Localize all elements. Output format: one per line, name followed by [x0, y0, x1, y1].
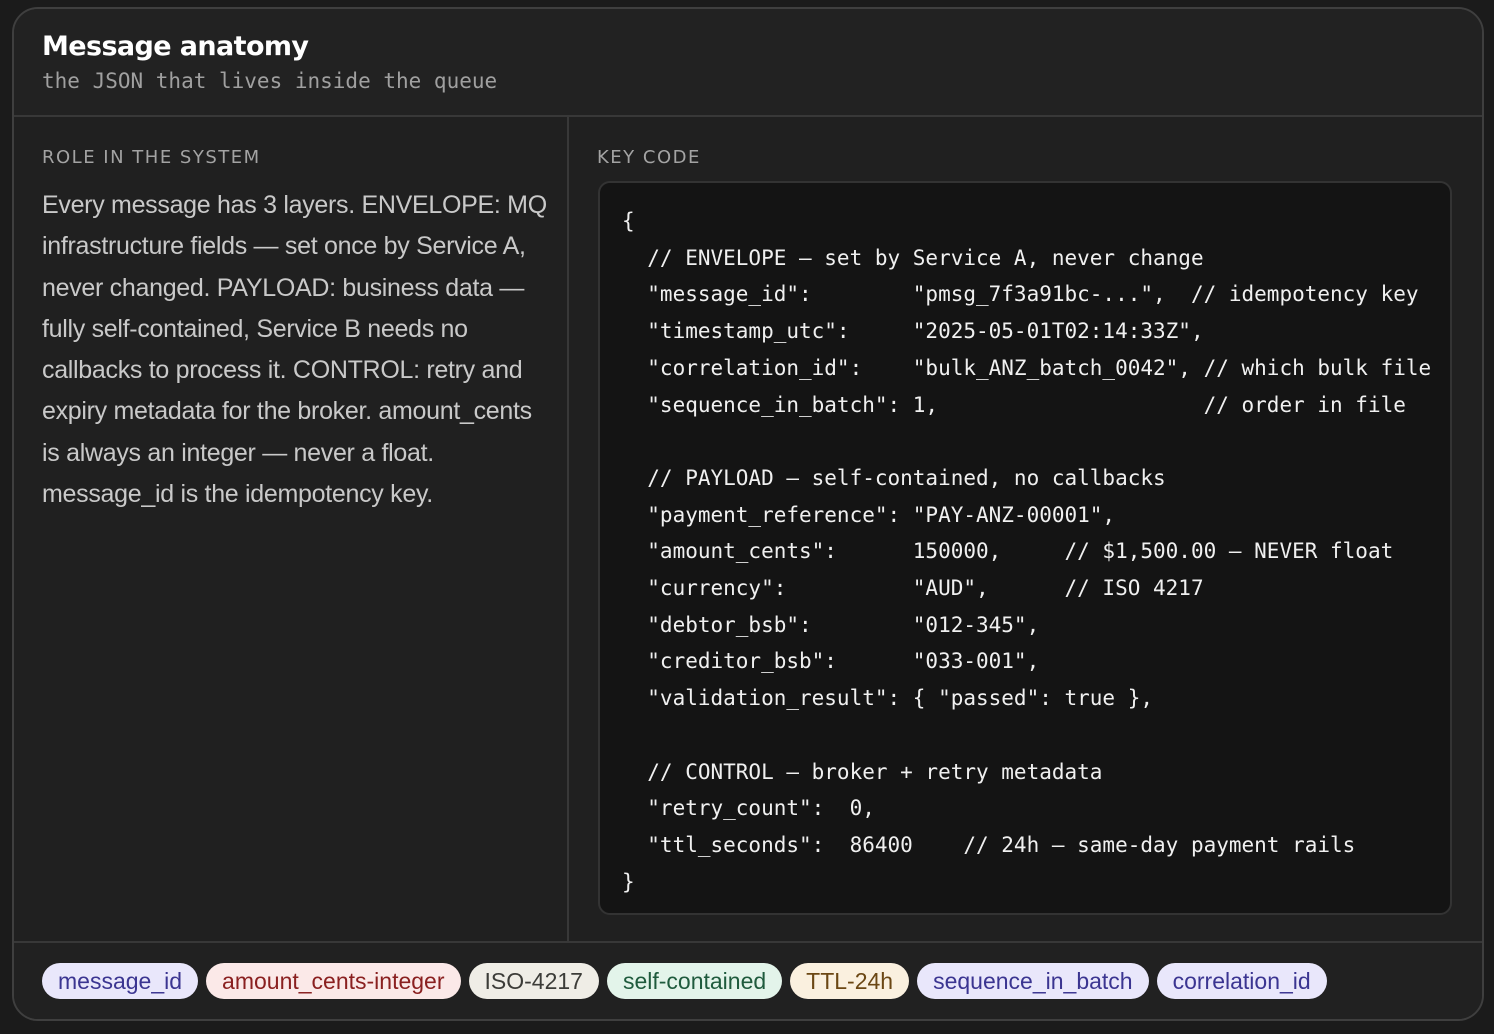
message-anatomy-card: Message anatomy the JSON that lives insi… — [12, 7, 1484, 1021]
card-subtitle: the JSON that lives inside the queue — [42, 69, 498, 93]
role-section-label: ROLE IN THE SYSTEM — [42, 147, 261, 168]
tag-chip: TTL-24h — [790, 963, 910, 999]
tag-chip: self-contained — [606, 963, 783, 999]
card-title: Message anatomy — [42, 31, 309, 62]
tag-list: message_id amount_cents-integer ISO-4217 se… — [42, 963, 1327, 999]
role-panel: ROLE IN THE SYSTEM Every message has 3 l… — [14, 117, 569, 941]
key-code-section-label: KEY CODE — [597, 147, 701, 168]
tag-chip: message_id — [42, 963, 199, 999]
role-description: Every message has 3 layers. ENVELOPE: MQ… — [42, 191, 547, 509]
tag-bar: message_id amount_cents-integer ISO-4217 se… — [14, 941, 1482, 1019]
tag-chip: sequence_in_batch — [917, 963, 1149, 999]
tag-chip: amount_cents-integer — [206, 963, 461, 999]
tag-chip: ISO-4217 — [468, 963, 599, 999]
tag-chip: correlation_id — [1156, 963, 1327, 999]
card-header: Message anatomy the JSON that lives insi… — [14, 9, 1482, 117]
code-text: { // ENVELOPE — set by Service A, never … — [622, 209, 1432, 894]
key-code-panel: KEY CODE { // ENVELOPE — set by Service … — [569, 117, 1482, 941]
code-block: { // ENVELOPE — set by Service A, never … — [598, 181, 1452, 915]
